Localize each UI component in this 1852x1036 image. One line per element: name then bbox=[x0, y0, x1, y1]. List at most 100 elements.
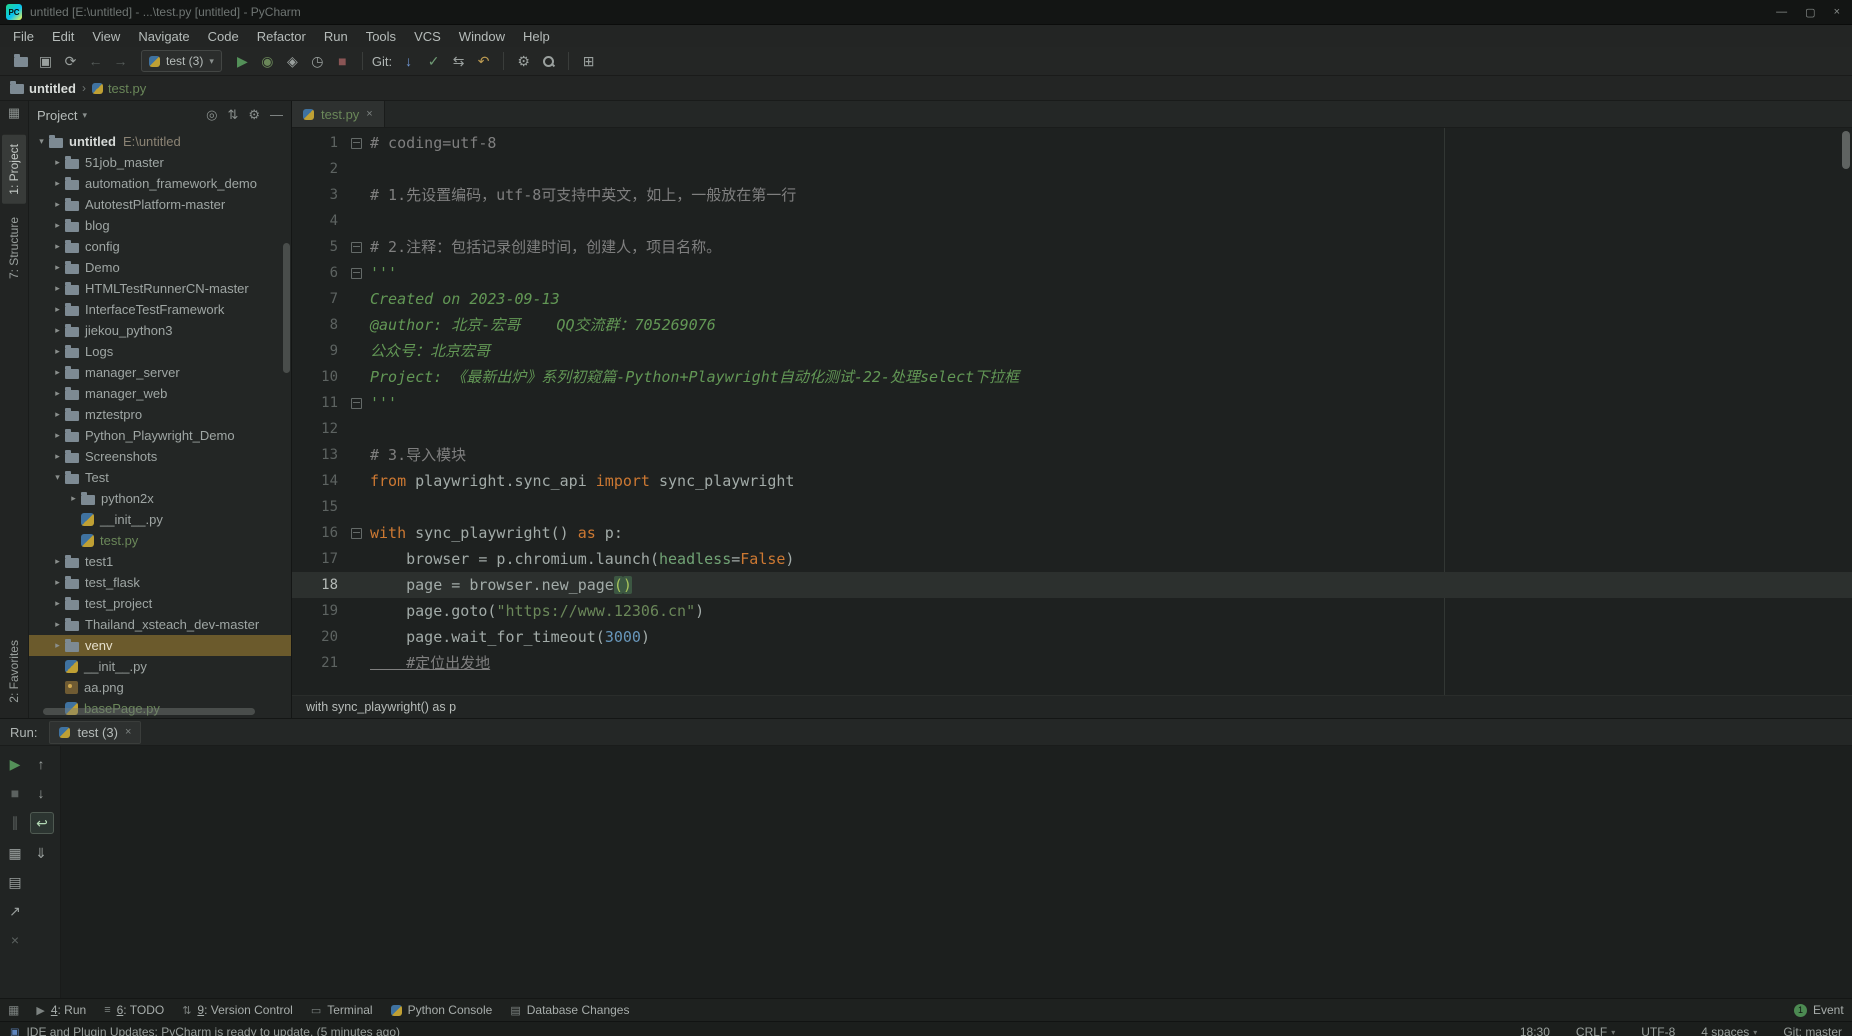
tree-arrow-icon[interactable]: ▸ bbox=[51, 304, 64, 315]
tree-item-init-py[interactable]: __init__.py bbox=[29, 656, 291, 677]
run-tab-close-icon[interactable]: × bbox=[125, 726, 131, 738]
rerun-icon[interactable]: ▶ bbox=[4, 754, 26, 774]
tool-window-button-terminal[interactable]: ▭ Terminal bbox=[302, 999, 382, 1021]
code-line-9[interactable]: 9 公众号：北京宏哥 bbox=[292, 338, 1852, 364]
tree-item-manager-server[interactable]: ▸ manager_server bbox=[29, 362, 291, 383]
print-icon[interactable]: ▤ bbox=[4, 872, 26, 892]
status-4-spaces[interactable]: 4 spaces ▾ bbox=[1701, 1025, 1757, 1036]
tree-arrow-icon[interactable]: ▸ bbox=[51, 451, 64, 462]
tree-item-screenshots[interactable]: ▸ Screenshots bbox=[29, 446, 291, 467]
tree-arrow-icon[interactable]: ▸ bbox=[51, 619, 64, 630]
tree-arrow-icon[interactable]: ▸ bbox=[51, 346, 64, 357]
code-line-8[interactable]: 8 @author: 北京-宏哥 QQ交流群：705269076 bbox=[292, 312, 1852, 338]
line-number[interactable]: 19 bbox=[292, 598, 348, 624]
tree-item-python2x[interactable]: ▸ python2x bbox=[29, 488, 291, 509]
tree-arrow-icon[interactable]: ▸ bbox=[51, 640, 64, 651]
tree-arrow-icon[interactable]: ▸ bbox=[67, 493, 80, 504]
code-line-17[interactable]: 17 browser = p.chromium.launch(headless=… bbox=[292, 546, 1852, 572]
tool-window-button-7-structure[interactable]: 7: Structure bbox=[2, 208, 26, 288]
tree-item-python-playwright-demo[interactable]: ▸ Python_Playwright_Demo bbox=[29, 425, 291, 446]
git-rollback-icon[interactable]: ↶ bbox=[471, 50, 496, 72]
tree-item-init-py[interactable]: __init__.py bbox=[29, 509, 291, 530]
hide-panel-icon[interactable]: — bbox=[270, 107, 283, 123]
menu-refactor[interactable]: Refactor bbox=[248, 27, 315, 46]
line-number[interactable]: 6 bbox=[292, 260, 348, 286]
line-number[interactable]: 5 bbox=[292, 234, 348, 260]
menu-tools[interactable]: Tools bbox=[357, 27, 405, 46]
tree-item-test1[interactable]: ▸ test1 bbox=[29, 551, 291, 572]
tree-item-htmltestrunnercn-master[interactable]: ▸ HTMLTestRunnerCN-master bbox=[29, 278, 291, 299]
tree-item-blog[interactable]: ▸ blog bbox=[29, 215, 291, 236]
collapse-all-icon[interactable]: ⇅ bbox=[227, 107, 238, 123]
tool-window-button-database-changes[interactable]: ▤ Database Changes bbox=[501, 999, 638, 1021]
tool-window-button-python-console[interactable]: Python Console bbox=[382, 999, 502, 1021]
status-utf-8[interactable]: UTF-8 bbox=[1641, 1025, 1675, 1036]
code-line-5[interactable]: 5 # 2.注释：包括记录创建时间，创建人，项目名称。 bbox=[292, 234, 1852, 260]
code-line-21[interactable]: 21 #定位出发地 bbox=[292, 650, 1852, 676]
tree-item-test-flask[interactable]: ▸ test_flask bbox=[29, 572, 291, 593]
code-line-13[interactable]: 13 # 3.导入模块 bbox=[292, 442, 1852, 468]
debug-icon[interactable]: ◉ bbox=[255, 50, 280, 72]
tree-arrow-icon[interactable]: ▸ bbox=[51, 283, 64, 294]
clear-all-icon[interactable]: × bbox=[4, 930, 26, 950]
line-number[interactable]: 14 bbox=[292, 468, 348, 494]
fold-marker-icon[interactable] bbox=[351, 138, 362, 149]
fold-marker-icon[interactable] bbox=[351, 268, 362, 279]
line-number[interactable]: 11 bbox=[292, 390, 348, 416]
status-18-30[interactable]: 18:30 bbox=[1520, 1025, 1550, 1036]
line-number[interactable]: 8 bbox=[292, 312, 348, 338]
run-icon[interactable]: ▶ bbox=[230, 50, 255, 72]
tool-window-button-todo[interactable]: ≡ 6: TODO bbox=[95, 999, 173, 1021]
git-update-icon[interactable]: ↓ bbox=[396, 50, 421, 72]
maximize-button[interactable]: ▢ bbox=[1805, 6, 1815, 19]
tree-item-thailand-xsteach-dev-master[interactable]: ▸ Thailand_xsteach_dev-master bbox=[29, 614, 291, 635]
tab-test-py[interactable]: test.py × bbox=[292, 101, 385, 127]
tree-arrow-icon[interactable]: ▸ bbox=[51, 577, 64, 588]
tree-arrow-icon[interactable]: ▸ bbox=[51, 241, 64, 252]
line-number[interactable]: 9 bbox=[292, 338, 348, 364]
tree-arrow-icon[interactable]: ▸ bbox=[51, 388, 64, 399]
tree-item-test-py[interactable]: test.py bbox=[29, 530, 291, 551]
tree-item-mztestpro[interactable]: ▸ mztestpro bbox=[29, 404, 291, 425]
menu-vcs[interactable]: VCS bbox=[405, 27, 450, 46]
code-line-19[interactable]: 19 page.goto("https://www.12306.cn") bbox=[292, 598, 1852, 624]
tree-item-autotestplatform-master[interactable]: ▸ AutotestPlatform-master bbox=[29, 194, 291, 215]
project-vertical-scrollbar[interactable] bbox=[283, 243, 290, 373]
open-icon[interactable] bbox=[8, 50, 33, 72]
tree-item-interfacetestframework[interactable]: ▸ InterfaceTestFramework bbox=[29, 299, 291, 320]
fold-marker-icon[interactable] bbox=[351, 398, 362, 409]
run-config-selector[interactable]: test (3) ▾ bbox=[141, 50, 222, 72]
menu-window[interactable]: Window bbox=[450, 27, 514, 46]
tree-arrow-icon[interactable]: ▸ bbox=[51, 220, 64, 231]
git-compare-icon[interactable]: ⇆ bbox=[446, 50, 471, 72]
tool-window-switcher-icon[interactable]: ▦ bbox=[8, 105, 20, 121]
line-number[interactable]: 3 bbox=[292, 182, 348, 208]
code-line-15[interactable]: 15 bbox=[292, 494, 1852, 520]
code-line-20[interactable]: 20 page.wait_for_timeout(3000) bbox=[292, 624, 1852, 650]
line-number[interactable]: 20 bbox=[292, 624, 348, 650]
status-git-master[interactable]: Git: master bbox=[1783, 1025, 1842, 1036]
tree-item-automation-framework-demo[interactable]: ▸ automation_framework_demo bbox=[29, 173, 291, 194]
line-number[interactable]: 16 bbox=[292, 520, 348, 546]
menu-code[interactable]: Code bbox=[199, 27, 248, 46]
project-horizontal-scrollbar[interactable] bbox=[43, 708, 255, 715]
menu-file[interactable]: File bbox=[4, 27, 43, 46]
sync-icon[interactable]: ⟳ bbox=[58, 50, 83, 72]
tree-arrow-icon[interactable]: ▸ bbox=[51, 367, 64, 378]
forward-icon[interactable]: → bbox=[108, 50, 133, 72]
event-log-button[interactable]: 1Event Log bbox=[1794, 1003, 1846, 1017]
menu-edit[interactable]: Edit bbox=[43, 27, 83, 46]
line-number[interactable]: 10 bbox=[292, 364, 348, 390]
save-icon[interactable]: ▣ bbox=[33, 50, 58, 72]
tree-arrow-icon[interactable]: ▸ bbox=[51, 430, 64, 441]
line-number[interactable]: 4 bbox=[292, 208, 348, 234]
code-line-6[interactable]: 6 ''' bbox=[292, 260, 1852, 286]
tool-window-switcher-icon[interactable]: ▦ bbox=[8, 1003, 19, 1017]
code-line-10[interactable]: 10 Project: 《最新出炉》系列初窥篇-Python+Playwright… bbox=[292, 364, 1852, 390]
code-line-12[interactable]: 12 bbox=[292, 416, 1852, 442]
code-line-7[interactable]: 7 Created on 2023-09-13 bbox=[292, 286, 1852, 312]
search-icon[interactable] bbox=[536, 50, 561, 72]
tool-window-button-run[interactable]: ▶ 4: Run bbox=[27, 999, 95, 1021]
fold-marker-icon[interactable] bbox=[351, 528, 362, 539]
tree-item-venv[interactable]: ▸ venv bbox=[29, 635, 291, 656]
